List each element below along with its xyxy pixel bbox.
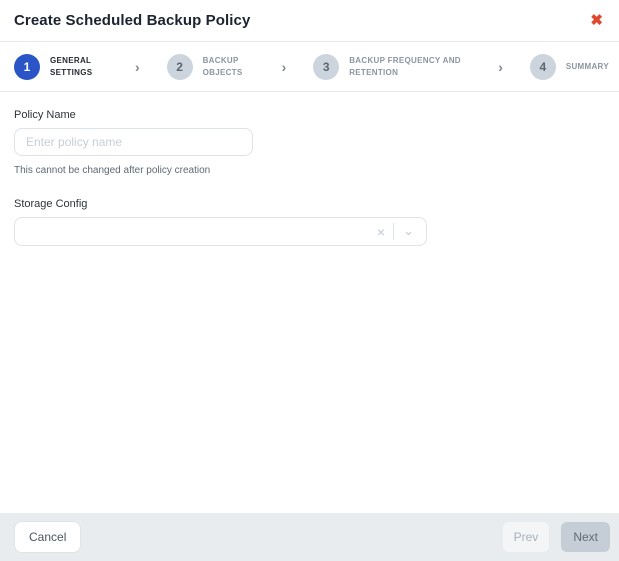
close-icon[interactable]: ✖ — [586, 11, 607, 30]
step-1-label: GENERAL SETTINGS — [50, 55, 108, 79]
modal-footer: Cancel Prev Next — [0, 513, 619, 561]
chevron-down-icon[interactable]: ⌄ — [394, 226, 417, 236]
step-4-label: SUMMARY — [566, 61, 609, 73]
policy-name-field: Policy Name This cannot be changed after… — [14, 109, 605, 176]
clear-icon[interactable]: × — [369, 225, 393, 239]
stepper: 1 GENERAL SETTINGS › 2 BACKUP OBJECTS › … — [0, 42, 619, 92]
storage-config-select[interactable]: × ⌄ — [14, 217, 427, 246]
chevron-right-icon: › — [278, 60, 291, 74]
policy-name-input[interactable] — [14, 128, 253, 156]
stepper-step-summary[interactable]: 4 SUMMARY — [530, 54, 609, 80]
step-2-label: BACKUP OBJECTS — [203, 55, 255, 79]
modal-header: Create Scheduled Backup Policy ✖ — [0, 0, 619, 42]
step-3-badge: 3 — [313, 54, 339, 80]
policy-name-label: Policy Name — [14, 109, 605, 121]
step-3-label: BACKUP FREQUENCY AND RETENTION — [349, 55, 471, 79]
step-4-badge: 4 — [530, 54, 556, 80]
stepper-step-backup-frequency-retention[interactable]: 3 BACKUP FREQUENCY AND RETENTION — [313, 54, 471, 80]
storage-config-field: Storage Config × ⌄ — [14, 198, 605, 246]
prev-button[interactable]: Prev — [503, 522, 550, 552]
step-1-badge: 1 — [14, 54, 40, 80]
next-button[interactable]: Next — [561, 522, 610, 552]
page-title: Create Scheduled Backup Policy — [14, 12, 250, 29]
chevron-right-icon: › — [131, 60, 144, 74]
create-scheduled-backup-policy-modal: Create Scheduled Backup Policy ✖ 1 GENER… — [0, 0, 619, 561]
stepper-step-backup-objects[interactable]: 2 BACKUP OBJECTS — [167, 54, 255, 80]
step-2-badge: 2 — [167, 54, 193, 80]
storage-config-label: Storage Config — [14, 198, 605, 210]
policy-name-helper: This cannot be changed after policy crea… — [14, 165, 605, 176]
modal-body: Policy Name This cannot be changed after… — [0, 92, 619, 263]
stepper-step-general-settings[interactable]: 1 GENERAL SETTINGS — [14, 54, 108, 80]
chevron-right-icon: › — [494, 60, 507, 74]
cancel-button[interactable]: Cancel — [14, 521, 81, 553]
